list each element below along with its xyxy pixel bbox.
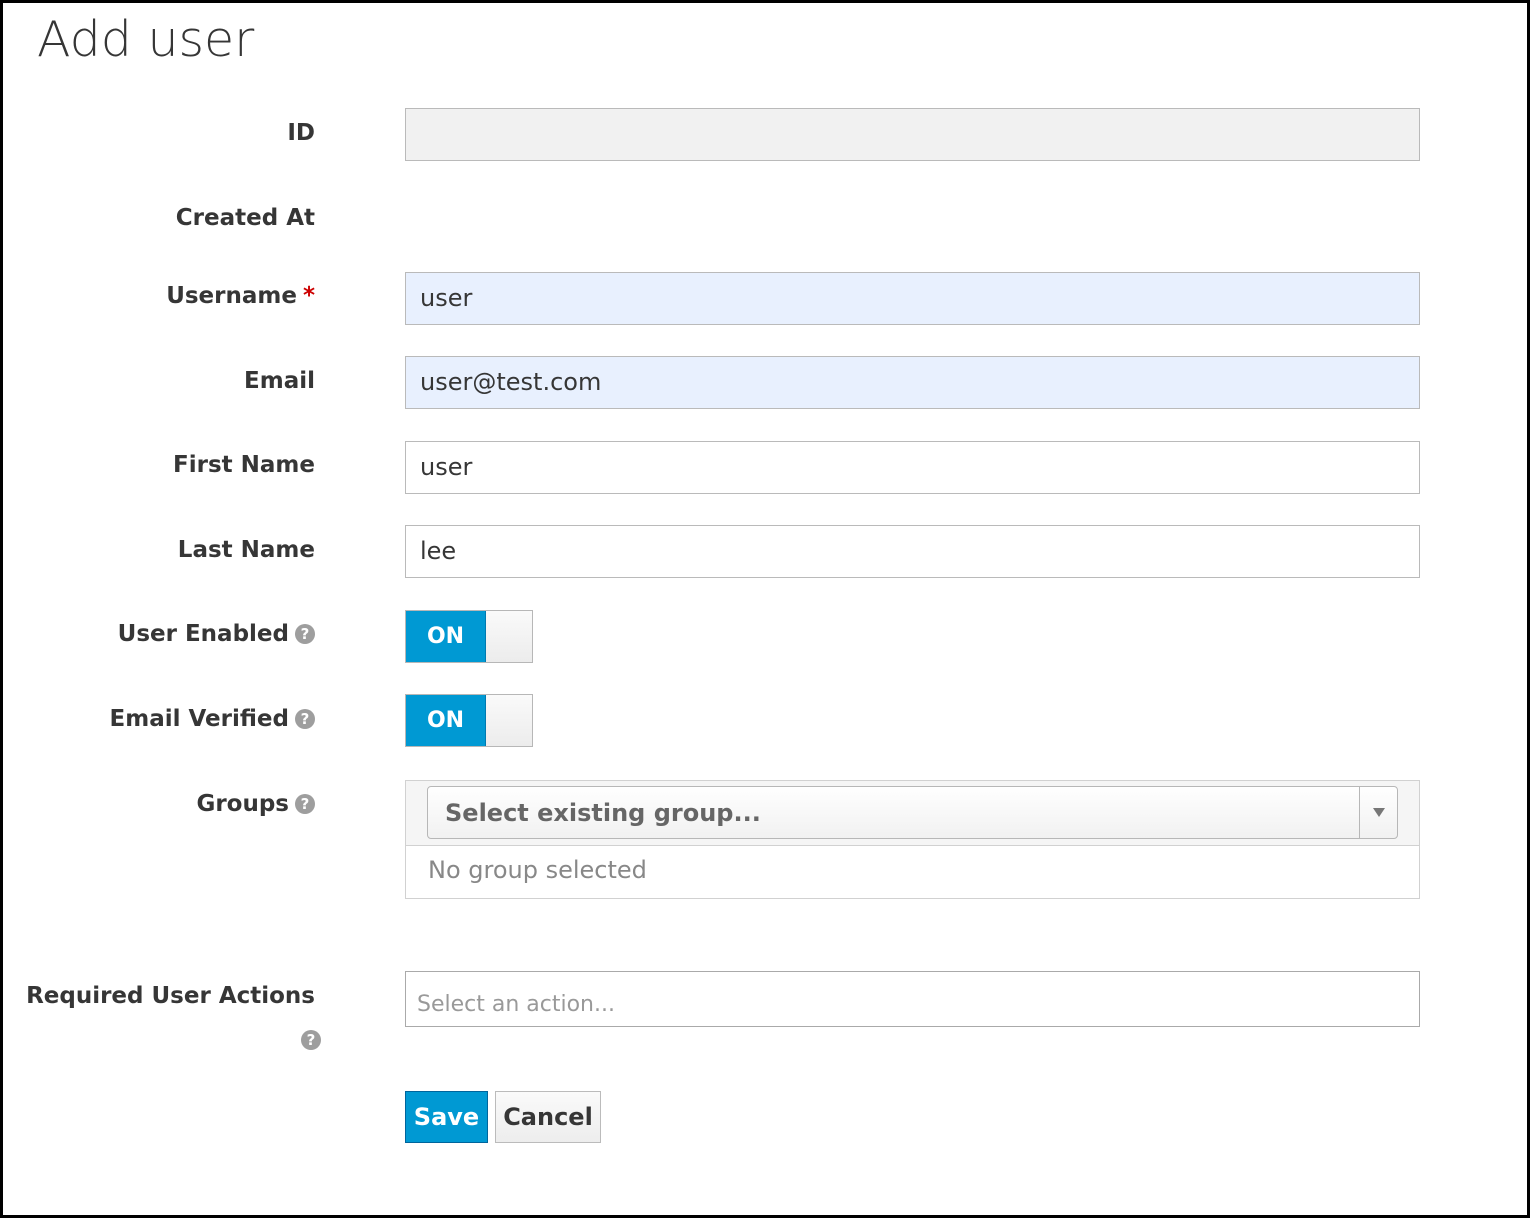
- required-actions-label-text: Required User Actions: [26, 983, 315, 1009]
- toggle-on-label: ON: [406, 695, 486, 746]
- user-enabled-toggle[interactable]: ON: [405, 610, 533, 663]
- id-label-text: ID: [287, 120, 315, 146]
- username-input[interactable]: user: [405, 272, 1420, 325]
- toggle-knob: [486, 695, 532, 746]
- chevron-down-icon: [1372, 808, 1385, 817]
- last-name-input[interactable]: lee: [405, 525, 1420, 578]
- groups-label-text: Groups: [196, 791, 289, 817]
- created-at-label-text: Created At: [175, 205, 315, 231]
- last-name-label-text: Last Name: [177, 537, 315, 563]
- email-input[interactable]: user@test.com: [405, 356, 1420, 409]
- groups-panel-header: Select existing group...: [406, 781, 1419, 846]
- user-enabled-label-text: User Enabled: [117, 621, 289, 647]
- first-name-input[interactable]: user: [405, 441, 1420, 494]
- email-label-text: Email: [244, 368, 315, 394]
- group-select-placeholder: Select existing group...: [445, 798, 761, 827]
- required-indicator: *: [302, 283, 315, 309]
- first-name-label-text: First Name: [173, 452, 315, 478]
- group-select-dropdown[interactable]: Select existing group...: [427, 786, 1398, 839]
- required-actions-placeholder: Select an action...: [417, 992, 615, 1017]
- created-at-label: Created At: [176, 205, 315, 231]
- username-label-text: Username: [166, 283, 297, 309]
- id-label: ID: [287, 120, 315, 146]
- question-circle-icon[interactable]: ?: [295, 794, 315, 814]
- email-verified-label-text: Email Verified: [109, 706, 289, 732]
- dropdown-toggle[interactable]: [1359, 787, 1397, 838]
- required-actions-label: Required User Actions: [26, 983, 315, 1009]
- no-group-text: No group selected: [428, 856, 647, 884]
- required-actions-select[interactable]: Select an action...: [405, 971, 1420, 1027]
- email-label: Email: [244, 368, 315, 394]
- question-circle-icon[interactable]: ?: [295, 709, 315, 729]
- save-button[interactable]: Save: [405, 1091, 488, 1143]
- page-title: Add user: [37, 11, 255, 68]
- last-name-label: Last Name: [178, 537, 315, 563]
- username-label: Username *: [166, 283, 315, 309]
- id-field: [405, 108, 1420, 161]
- user-enabled-label: User Enabled ?: [118, 621, 315, 647]
- groups-label: Groups ?: [196, 791, 315, 817]
- question-circle-icon[interactable]: ?: [301, 1030, 321, 1050]
- toggle-knob: [486, 611, 532, 662]
- email-verified-toggle[interactable]: ON: [405, 694, 533, 747]
- email-verified-label: Email Verified ?: [110, 706, 315, 732]
- question-circle-icon[interactable]: ?: [295, 624, 315, 644]
- toggle-on-label: ON: [406, 611, 486, 662]
- groups-panel: Select existing group... No group select…: [405, 780, 1420, 899]
- cancel-button[interactable]: Cancel: [495, 1091, 601, 1143]
- first-name-label: First Name: [173, 452, 315, 478]
- add-user-panel: Add user ID Created At Username * user E…: [0, 0, 1530, 1218]
